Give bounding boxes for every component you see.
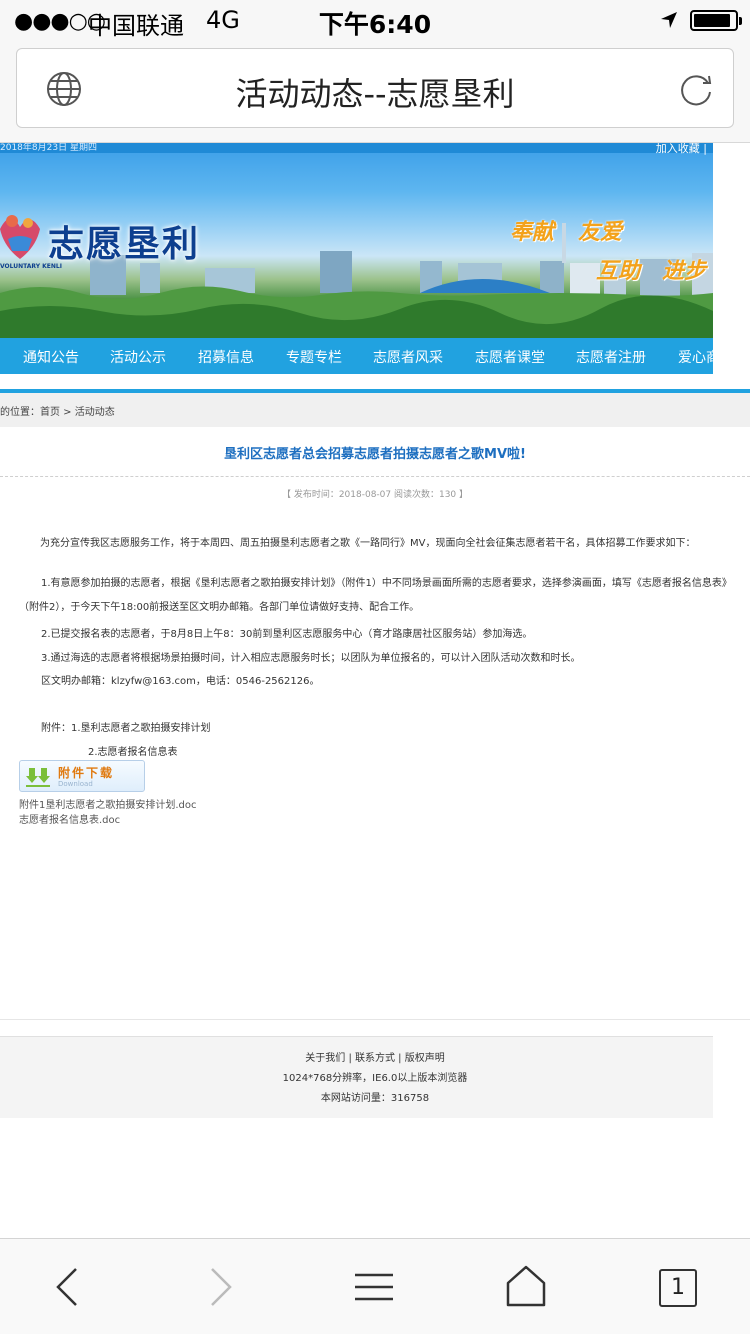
breadcrumb-separator: > bbox=[60, 407, 75, 418]
breadcrumb-current[interactable]: 活动动态 bbox=[75, 407, 115, 418]
article-contact: 区文明办邮箱：klzyfw@163.com，电话：0546-2562126。 bbox=[41, 676, 320, 687]
nav-item-activity[interactable]: 活动公示 bbox=[110, 347, 166, 367]
download-sublabel: Download bbox=[58, 780, 93, 788]
nav-item-volunteer-class[interactable]: 志愿者课堂 bbox=[475, 347, 545, 367]
site-name: 志愿垦利 bbox=[48, 224, 201, 265]
article-paragraph: 2.已提交报名表的志愿者，于8月8日上午8：30前到垦利区志愿服务中心（育才路康… bbox=[41, 629, 533, 640]
download-label: 附件下载 bbox=[58, 766, 115, 780]
site-logo-icon bbox=[0, 215, 40, 259]
site-footer: 关于我们 | 联系方式 | 版权声明 1024*768分辨率，IE6.0以上版本… bbox=[0, 1036, 713, 1118]
forward-icon[interactable] bbox=[196, 1263, 244, 1311]
site-banner: 2018年8月23日 星期四 加入收藏 | 志愿垦利 VOLUNTARY KEN… bbox=[0, 143, 713, 338]
nav-item-volunteer-style[interactable]: 志愿者风采 bbox=[373, 347, 443, 367]
article-title: 垦利区志愿者总会招募志愿者拍摄志愿者之歌MV啦! bbox=[224, 447, 526, 462]
logo-subtitle: VOLUNTARY KENLI bbox=[0, 263, 62, 270]
attachment-item: 2.志愿者报名信息表 bbox=[88, 747, 178, 758]
divider bbox=[0, 1019, 750, 1020]
nav-item-notices[interactable]: 通知公告 bbox=[23, 347, 79, 367]
article-paragraph: 为充分宣传我区志愿服务工作，将于本周四、周五拍摄垦利志愿者之歌《一路同行》MV，… bbox=[40, 538, 696, 549]
browser-toolbar: 1 bbox=[0, 1238, 750, 1334]
location-arrow-icon bbox=[661, 12, 677, 28]
globe-icon[interactable] bbox=[45, 70, 83, 108]
nav-item-charity[interactable]: 爱心商 bbox=[678, 347, 713, 367]
breadcrumb: 的位置：首页 > 活动动态 bbox=[0, 393, 750, 427]
banner-date: 2018年8月23日 星期四 bbox=[0, 143, 97, 153]
add-favorite-link[interactable]: 加入收藏 | bbox=[656, 143, 707, 156]
back-icon[interactable] bbox=[44, 1263, 92, 1311]
nav-item-volunteer-register[interactable]: 志愿者注册 bbox=[576, 347, 646, 367]
footer-links[interactable]: 关于我们 | 联系方式 | 版权声明 bbox=[0, 1049, 750, 1064]
divider bbox=[0, 476, 750, 477]
nav-item-topics[interactable]: 专题专栏 bbox=[286, 347, 342, 367]
slogan-text: 奉献 bbox=[510, 220, 555, 245]
attachments-label: 附件：1.垦利志愿者之歌拍摄安排计划 bbox=[41, 723, 211, 734]
slogan-text: 互助 bbox=[596, 259, 641, 284]
banner-top-strip bbox=[0, 143, 713, 153]
browser-address-area: 活动动态--志愿垦利 bbox=[0, 40, 750, 143]
main-nav: 通知公告 活动公示 招募信息 专题专栏 志愿者风采 志愿者课堂 志愿者注册 爱心… bbox=[0, 338, 713, 374]
footer-visits: 本网站访问量：316758 bbox=[320, 1093, 430, 1104]
tabs-button[interactable]: 1 bbox=[659, 1269, 697, 1307]
download-attachments-button[interactable]: 附件下载 Download bbox=[19, 760, 145, 792]
breadcrumb-prefix: 的位置： bbox=[0, 407, 40, 418]
clock: 下午6:40 bbox=[318, 10, 432, 39]
home-icon[interactable] bbox=[502, 1263, 550, 1311]
nav-item-recruitment[interactable]: 招募信息 bbox=[198, 347, 254, 367]
address-bar[interactable]: 活动动态--志愿垦利 bbox=[16, 48, 734, 128]
article-paragraph: 1.有意愿参加拍摄的志愿者，根据《垦利志愿者之歌拍摄安排计划》（附件1）中不同场… bbox=[19, 578, 732, 613]
status-bar: ●●●○○ 中国联通 4G 下午6:40 bbox=[0, 0, 750, 40]
attachment-file-link[interactable]: 志愿者报名信息表.doc bbox=[19, 811, 120, 826]
breadcrumb-home[interactable]: 首页 bbox=[40, 407, 60, 418]
article-meta: 【 发布时间：2018-08-07 阅读次数：130 】 bbox=[281, 490, 469, 500]
page-title[interactable]: 活动动态--志愿垦利 bbox=[97, 69, 653, 115]
download-arrow-icon bbox=[26, 768, 50, 787]
menu-icon[interactable] bbox=[350, 1263, 398, 1311]
battery-icon bbox=[690, 10, 742, 31]
article-paragraph: 3.通过海选的志愿者将根据场景拍摄时间，计入相应志愿服务时长；以团队为单位报名的… bbox=[41, 653, 581, 664]
slogan-text: 进步 bbox=[662, 259, 707, 284]
reload-icon[interactable] bbox=[677, 70, 715, 108]
slogan-text: 友爱 bbox=[578, 220, 623, 245]
footer-resolution: 1024*768分辨率，IE6.0以上版本浏览器 bbox=[282, 1073, 468, 1084]
attachment-file-link[interactable]: 附件1垦利志愿者之歌拍摄安排计划.doc bbox=[19, 796, 197, 811]
